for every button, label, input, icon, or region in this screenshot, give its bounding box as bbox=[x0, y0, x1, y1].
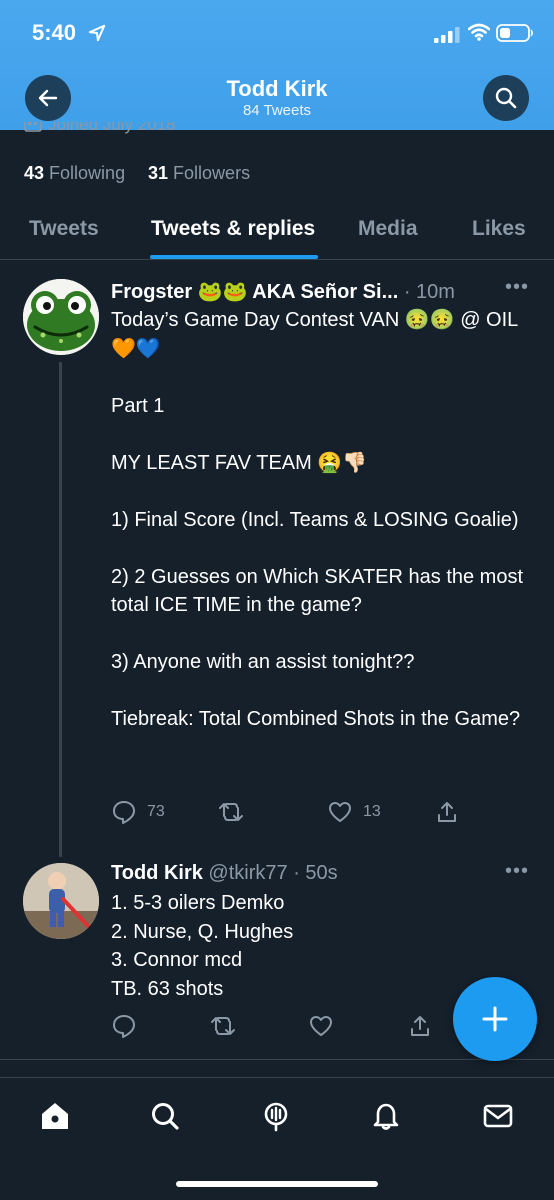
tab-tweets[interactable]: Tweets bbox=[29, 217, 99, 241]
header-tweet-count: 84 Tweets bbox=[242, 102, 312, 119]
retweet-button[interactable] bbox=[218, 799, 254, 825]
nav-notifications[interactable] bbox=[368, 1098, 404, 1134]
cellular-signal-icon bbox=[434, 27, 460, 43]
reply-author-name[interactable]: Todd Kirk bbox=[111, 862, 203, 884]
frog-avatar-icon bbox=[23, 279, 99, 355]
retweet-icon bbox=[211, 1017, 235, 1035]
profile-tabs: Tweets Tweets & replies Media Likes bbox=[0, 200, 554, 260]
tweet-timestamp: · 10m bbox=[403, 281, 455, 303]
reply-icon bbox=[113, 801, 135, 824]
nav-home[interactable] bbox=[37, 1098, 73, 1134]
followers-link[interactable]: 31 Followers bbox=[148, 163, 250, 184]
avatar-todd-kirk[interactable] bbox=[23, 863, 99, 939]
bell-icon bbox=[373, 1103, 399, 1130]
followers-label: Followers bbox=[173, 163, 251, 183]
search-icon bbox=[495, 87, 517, 109]
joined-label: Joined July 2018 bbox=[48, 122, 176, 134]
status-time: 5:40 bbox=[32, 20, 77, 45]
retweet-icon bbox=[219, 803, 243, 821]
like-count: 13 bbox=[363, 803, 381, 820]
share-button[interactable] bbox=[434, 799, 470, 825]
header-title: Todd Kirk bbox=[226, 76, 328, 101]
like-button[interactable]: 13 bbox=[327, 799, 381, 825]
tab-likes[interactable]: Likes bbox=[472, 217, 526, 241]
profile-header: 5:40 Todd Kirk 84 Tweets bbox=[0, 0, 554, 130]
home-icon bbox=[42, 1103, 68, 1129]
share-icon bbox=[411, 1016, 429, 1036]
reply-more-icon[interactable]: ••• bbox=[505, 860, 529, 883]
following-link[interactable]: 43 Following bbox=[24, 163, 125, 184]
joined-date: Joined July 2018 bbox=[24, 122, 176, 138]
search-icon bbox=[152, 1103, 179, 1130]
reply-like-button[interactable] bbox=[308, 1013, 344, 1039]
tweet-more-icon[interactable]: ••• bbox=[505, 276, 529, 299]
home-indicator bbox=[176, 1181, 378, 1187]
reply-retweet-button[interactable] bbox=[210, 1013, 246, 1039]
tweet-actions: 73 13 bbox=[111, 799, 531, 829]
reply-handle-timestamp: @tkirk77 · 50s bbox=[208, 862, 338, 884]
heart-icon bbox=[329, 802, 351, 822]
nav-spaces[interactable] bbox=[258, 1098, 294, 1134]
following-label: Following bbox=[49, 163, 126, 183]
tab-tweets-replies[interactable]: Tweets & replies bbox=[151, 217, 315, 241]
reply-share-button[interactable] bbox=[407, 1013, 443, 1039]
envelope-icon bbox=[483, 1104, 513, 1128]
reply-icon bbox=[113, 1015, 135, 1038]
tab-media[interactable]: Media bbox=[358, 217, 418, 241]
reply-author-line: Todd Kirk @tkirk77 · 50s bbox=[111, 862, 338, 885]
nav-search[interactable] bbox=[147, 1098, 183, 1134]
battery-icon bbox=[496, 24, 533, 42]
followers-count: 31 bbox=[148, 163, 169, 183]
plus-icon bbox=[482, 1006, 508, 1032]
child-photo-avatar-icon bbox=[23, 863, 99, 939]
reply-reply-button[interactable] bbox=[111, 1013, 147, 1039]
following-count: 43 bbox=[24, 163, 45, 183]
active-tab-indicator bbox=[150, 255, 318, 259]
heart-icon bbox=[310, 1016, 332, 1036]
spaces-microphone-icon bbox=[264, 1102, 288, 1132]
avatar-frogster[interactable] bbox=[23, 279, 99, 355]
tweet-text: Today’s Game Day Contest VAN 🤢🤢 @ OIL 🧡💙… bbox=[111, 309, 524, 730]
feed-divider bbox=[0, 1059, 554, 1060]
reply-count: 73 bbox=[147, 803, 165, 820]
calendar-icon bbox=[24, 122, 42, 132]
share-icon bbox=[438, 802, 456, 822]
status-bar: 5:40 bbox=[0, 0, 554, 66]
search-button[interactable] bbox=[483, 75, 529, 121]
thread-connector-line bbox=[59, 362, 62, 857]
nav-messages[interactable] bbox=[480, 1098, 516, 1134]
compose-tweet-button[interactable] bbox=[453, 977, 537, 1061]
location-arrow-icon bbox=[88, 24, 106, 42]
wifi-icon bbox=[468, 23, 490, 41]
reply-button[interactable]: 73 bbox=[111, 799, 165, 825]
tweet-author-name[interactable]: Frogster 🐸🐸 AKA Señor Si... bbox=[111, 281, 398, 303]
tweet-author-line: Frogster 🐸🐸 AKA Señor Si... · 10m bbox=[111, 279, 455, 304]
